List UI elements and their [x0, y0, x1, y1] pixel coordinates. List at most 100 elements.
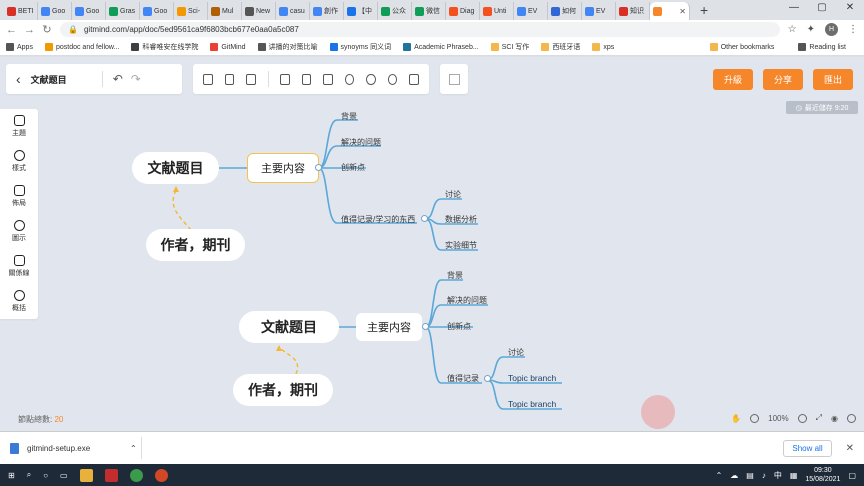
browser-tab[interactable]: 微信 — [412, 2, 446, 20]
powerpoint-icon[interactable] — [154, 468, 168, 482]
subtopic-node[interactable]: Topic branch — [508, 373, 556, 383]
reading-list[interactable]: Reading list — [798, 43, 846, 51]
browser-tab[interactable]: 【中 — [344, 2, 378, 20]
chevron-up-icon[interactable]: ⌃ — [130, 444, 137, 453]
task-view-icon[interactable]: ▭ — [60, 471, 68, 480]
browser-tab[interactable]: Goo — [38, 2, 72, 20]
search-icon[interactable]: ⌕ — [27, 470, 31, 480]
browser-tab[interactable]: 創作 — [310, 2, 344, 20]
subtopic-node[interactable]: 讨论 — [445, 189, 461, 200]
bookmark-star-icon[interactable]: ☆ — [788, 24, 797, 35]
topic-node[interactable]: 背景 — [447, 270, 463, 281]
windows-start-icon[interactable]: ⊞ — [8, 471, 15, 480]
browser-tab[interactable]: New — [242, 2, 276, 20]
profile-avatar[interactable]: H — [825, 23, 838, 36]
bookmark-item[interactable]: 西班牙语 — [541, 42, 580, 52]
menu-icon[interactable]: ⋮ — [848, 24, 858, 35]
bookmark-item[interactable]: Apps — [6, 43, 33, 51]
file-explorer-icon[interactable] — [79, 468, 93, 482]
browser-tab[interactable]: EV — [582, 2, 616, 20]
bookmark-item[interactable]: SCI 写作 — [490, 42, 529, 52]
collapse-toggle[interactable] — [315, 164, 322, 171]
browser-tab[interactable]: Diag — [446, 2, 480, 20]
volume-icon[interactable]: ♪ — [762, 471, 766, 480]
browser-tab[interactable]: 如何 — [548, 2, 582, 20]
main-topic-node[interactable]: 主要内容 — [247, 153, 319, 183]
chevron-up-icon[interactable]: ⌃ — [716, 471, 723, 480]
browser-tab[interactable]: casu — [276, 2, 310, 20]
bookmark-icon — [541, 43, 550, 51]
browser-tab[interactable]: 知识 — [616, 2, 650, 20]
zoom-level: 100% — [768, 413, 789, 423]
subtopic-node[interactable]: 数据分析 — [445, 214, 477, 225]
browser-tab[interactable]: Gras — [106, 2, 140, 20]
app-icon[interactable] — [104, 468, 118, 482]
bookmark-item[interactable]: GitMind — [210, 43, 246, 51]
bookmark-item[interactable]: Academic Phraseb... — [403, 43, 479, 51]
browser-tab[interactable]: Sci- — [174, 2, 208, 20]
subtopic-node[interactable]: 实验细节 — [445, 240, 477, 251]
collapse-toggle[interactable] — [422, 323, 429, 330]
collapse-toggle[interactable] — [421, 215, 428, 222]
browser-tab[interactable]: BETI — [4, 2, 38, 20]
topic-node[interactable]: 值得记录 — [447, 373, 479, 384]
maximize-button[interactable]: ▢ — [808, 2, 836, 13]
main-topic-node[interactable]: 主要内容 — [356, 313, 422, 341]
root-node[interactable]: 文献题目 — [132, 152, 219, 184]
hand-tool-icon[interactable]: ✋ — [731, 414, 741, 423]
close-tab-icon[interactable]: ✕ — [679, 7, 686, 16]
extensions-icon[interactable]: ✦ — [807, 24, 815, 35]
bookmark-label: postdoc and fellow... — [55, 43, 120, 51]
browser-tab[interactable]: Goo — [140, 2, 174, 20]
topic-node[interactable]: 创新点 — [447, 321, 471, 332]
help-icon[interactable] — [847, 413, 856, 423]
browser-tab[interactable]: Mul — [208, 2, 242, 20]
fit-screen-icon[interactable]: ⤢ — [816, 413, 822, 423]
browser-tab[interactable]: EV — [514, 2, 548, 20]
show-all-button[interactable]: Show all — [783, 439, 832, 457]
topic-node[interactable]: 解决的问题 — [341, 137, 381, 148]
network-icon[interactable]: ▤ — [746, 471, 754, 480]
close-icon[interactable]: ✕ — [846, 443, 854, 454]
browser-tab[interactable]: Goo — [72, 2, 106, 20]
author-journal-node[interactable]: 作者，期刊 — [146, 229, 245, 261]
bookmark-item[interactable]: synoyms 同义词 — [329, 42, 391, 52]
ime-mode-icon[interactable]: ▦ — [790, 471, 798, 480]
bookmark-item[interactable]: 科睿唯安在线学院 — [131, 42, 198, 52]
notification-icon[interactable]: ▢ — [848, 471, 856, 480]
system-clock[interactable]: 09:30 15/08/2021 — [805, 466, 840, 484]
cortana-icon[interactable]: ○ — [43, 471, 48, 480]
reload-icon[interactable]: ↻ — [42, 23, 52, 36]
author-journal-node[interactable]: 作者，期刊 — [233, 374, 333, 406]
back-icon[interactable]: ← — [6, 24, 17, 36]
bookmark-item[interactable]: 讲播的对策比喻 — [257, 42, 318, 52]
topic-node[interactable]: 背景 — [341, 111, 357, 122]
zoom-out-icon[interactable] — [750, 413, 760, 423]
bookmark-item[interactable]: postdoc and fellow... — [44, 43, 120, 51]
root-node[interactable]: 文献题目 — [239, 311, 339, 343]
cloud-icon[interactable]: ☁ — [730, 471, 738, 480]
new-tab-button[interactable]: + — [700, 2, 708, 18]
bookmark-icon — [490, 43, 499, 51]
browser-tab[interactable]: ✕ — [650, 2, 690, 20]
preview-eye-icon[interactable]: ◉ — [831, 414, 838, 423]
topic-node[interactable]: 解决的问题 — [447, 295, 487, 306]
subtopic-node[interactable]: Topic branch — [508, 399, 556, 409]
chrome-icon[interactable] — [129, 468, 143, 482]
forward-icon[interactable]: → — [24, 24, 35, 36]
topic-node[interactable]: 创新点 — [341, 162, 365, 173]
other-bookmarks[interactable]: Other bookmarks — [709, 43, 774, 51]
download-item[interactable]: gitmind-setup.exe — [10, 442, 130, 454]
minimize-button[interactable]: — — [780, 2, 808, 13]
browser-tab[interactable]: 公众 — [378, 2, 412, 20]
zoom-in-icon[interactable] — [797, 413, 807, 423]
subtopic-node[interactable]: 讨论 — [508, 347, 524, 358]
browser-tab[interactable]: Unti — [480, 2, 514, 20]
close-window-button[interactable]: ✕ — [836, 2, 864, 13]
collapse-toggle[interactable] — [484, 375, 491, 382]
url-input[interactable]: 🔒 gitmind.com/app/doc/5ed9561ca9f6803bcb… — [60, 22, 780, 37]
topic-node[interactable]: 值得记录/学习的东西 — [341, 214, 415, 225]
bookmark-item[interactable]: xps — [592, 43, 614, 51]
ime-indicator[interactable]: 中 — [774, 470, 782, 481]
tab-favicon-icon — [245, 6, 254, 16]
